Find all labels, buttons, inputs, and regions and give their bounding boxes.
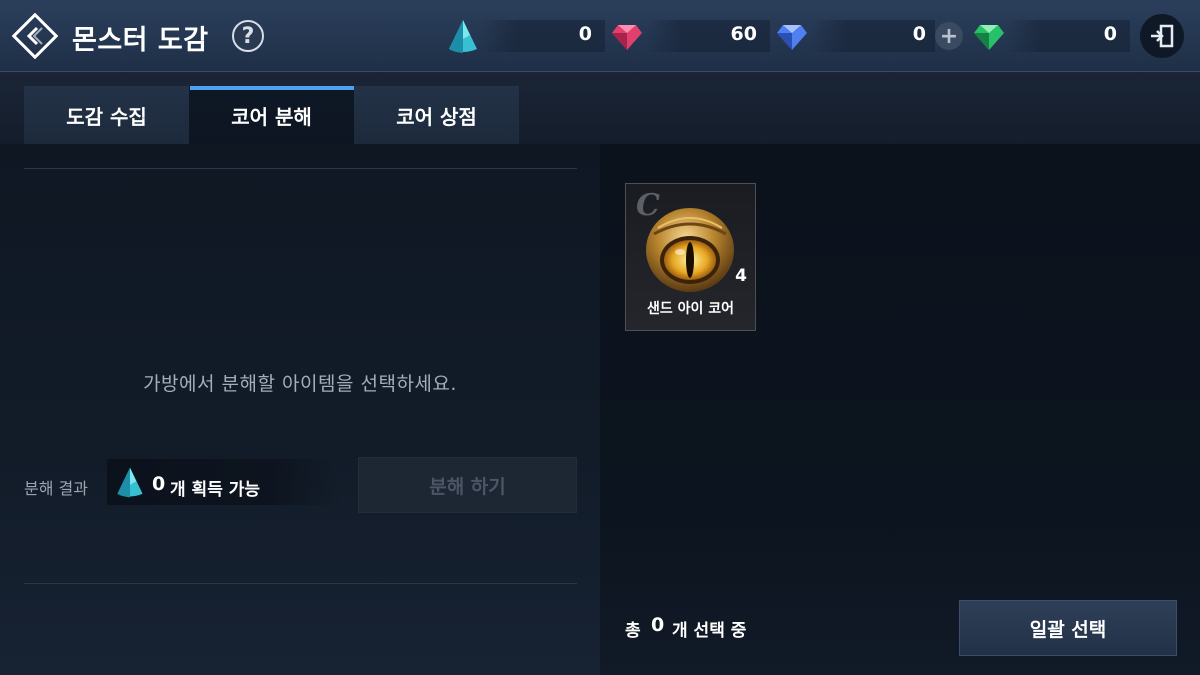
tab-core-shop[interactable]: 코어 상점 <box>354 86 519 144</box>
currency-value-blue: 0 <box>912 23 926 45</box>
selected-prefix: 총 <box>625 621 641 641</box>
add-currency-button[interactable]: + <box>935 22 963 50</box>
tab-core-decompose[interactable]: 코어 분해 <box>189 86 354 144</box>
result-label: 분해 결과 <box>24 479 88 498</box>
help-button[interactable]: ? <box>232 20 264 52</box>
top-bar: 몬스터 도감 ? 0 60 0 + 0 <box>0 0 1200 72</box>
blue-gem-icon <box>775 22 809 56</box>
selected-count: 0 <box>651 614 665 636</box>
core-essence-icon <box>443 17 483 61</box>
core-essence-icon <box>112 465 148 505</box>
decompose-panel: 가방에서 분해할 아이템을 선택하세요. <box>0 144 600 675</box>
inventory-item-card[interactable]: C 4 샌드 아이 코어 <box>625 183 756 331</box>
empty-message: 가방에서 분해할 아이템을 선택하세요. <box>143 373 457 395</box>
decompose-button[interactable]: 분해 하기 <box>358 457 577 513</box>
selected-suffix: 개 선택 중 <box>672 621 747 641</box>
exit-door-icon <box>1151 24 1174 48</box>
bulk-select-button[interactable]: 일괄 선택 <box>959 600 1177 656</box>
currency-value-essence: 0 <box>578 23 592 45</box>
active-tab-indicator <box>190 86 354 90</box>
tab-bar: 도감 수집 코어 분해 코어 상점 <box>0 72 1200 144</box>
back-icon[interactable] <box>11 12 59 60</box>
exit-button[interactable] <box>1140 14 1184 58</box>
divider <box>24 583 577 584</box>
sand-eye-core-icon <box>640 204 740 298</box>
item-name: 샌드 아이 코어 <box>646 301 735 317</box>
currency-value-green: 0 <box>1103 23 1117 45</box>
divider <box>24 168 577 169</box>
page-title: 몬스터 도감 <box>72 25 209 56</box>
item-quantity: 4 <box>735 266 747 286</box>
result-text: 개 획득 가능 <box>170 480 261 500</box>
red-gem-icon <box>610 22 644 56</box>
currency-value-red: 60 <box>730 23 757 45</box>
green-gem-icon <box>972 22 1006 56</box>
tab-collection[interactable]: 도감 수집 <box>24 86 189 144</box>
result-count: 0 <box>152 473 166 495</box>
